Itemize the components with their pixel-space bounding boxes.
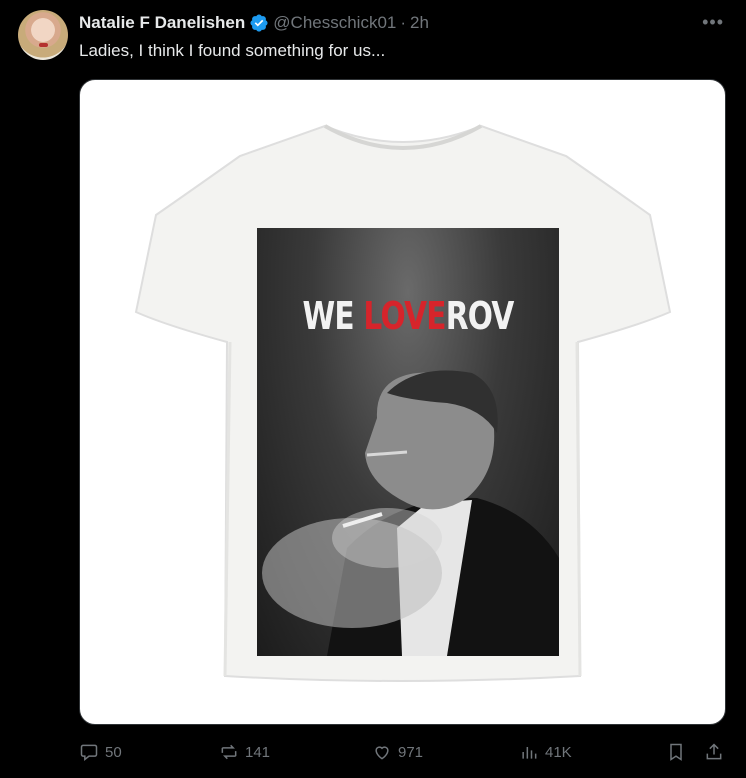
repost-count: 141 (245, 743, 271, 761)
poster-title: WE LOVEROV (302, 294, 514, 338)
reply-button[interactable]: 50 (79, 742, 122, 762)
author-handle[interactable]: @Chesschick01 (273, 13, 396, 33)
like-count: 971 (398, 743, 424, 761)
portrait-smoke (332, 508, 442, 568)
separator-dot: · (400, 13, 407, 32)
post-text: Ladies, I think I found something for us… (79, 41, 386, 60)
like-button[interactable]: 971 (372, 742, 423, 762)
bookmark-button[interactable] (666, 742, 686, 762)
post-actions-bar: 50 141 971 41K (79, 742, 729, 766)
more-horizontal-icon[interactable]: ••• (702, 12, 724, 33)
repost-icon (221, 744, 237, 760)
post-media-image[interactable]: WE LOVEROV (79, 79, 726, 725)
bookmark-icon (670, 743, 682, 761)
post-header: Natalie F Danelishen @Chesschick01 · 2h (79, 12, 429, 34)
author-name[interactable]: Natalie F Danelishen (79, 13, 245, 33)
shirt-print-poster: WE LOVEROV (257, 228, 559, 656)
avatar-lips (39, 43, 48, 47)
heart-icon (375, 746, 389, 760)
views-count: 41K (545, 743, 572, 761)
reply-count: 50 (105, 743, 122, 761)
verified-badge-icon (250, 14, 268, 32)
portrait-graphic (262, 370, 559, 656)
views-chart-icon (522, 747, 537, 759)
share-button[interactable] (704, 742, 724, 762)
reply-icon (80, 744, 98, 762)
share-icon (706, 743, 722, 760)
post-avatar[interactable] (18, 10, 68, 60)
repost-button[interactable]: 141 (219, 742, 270, 762)
post-timestamp[interactable]: 2h (410, 13, 429, 33)
views-button[interactable]: 41K (519, 742, 572, 762)
